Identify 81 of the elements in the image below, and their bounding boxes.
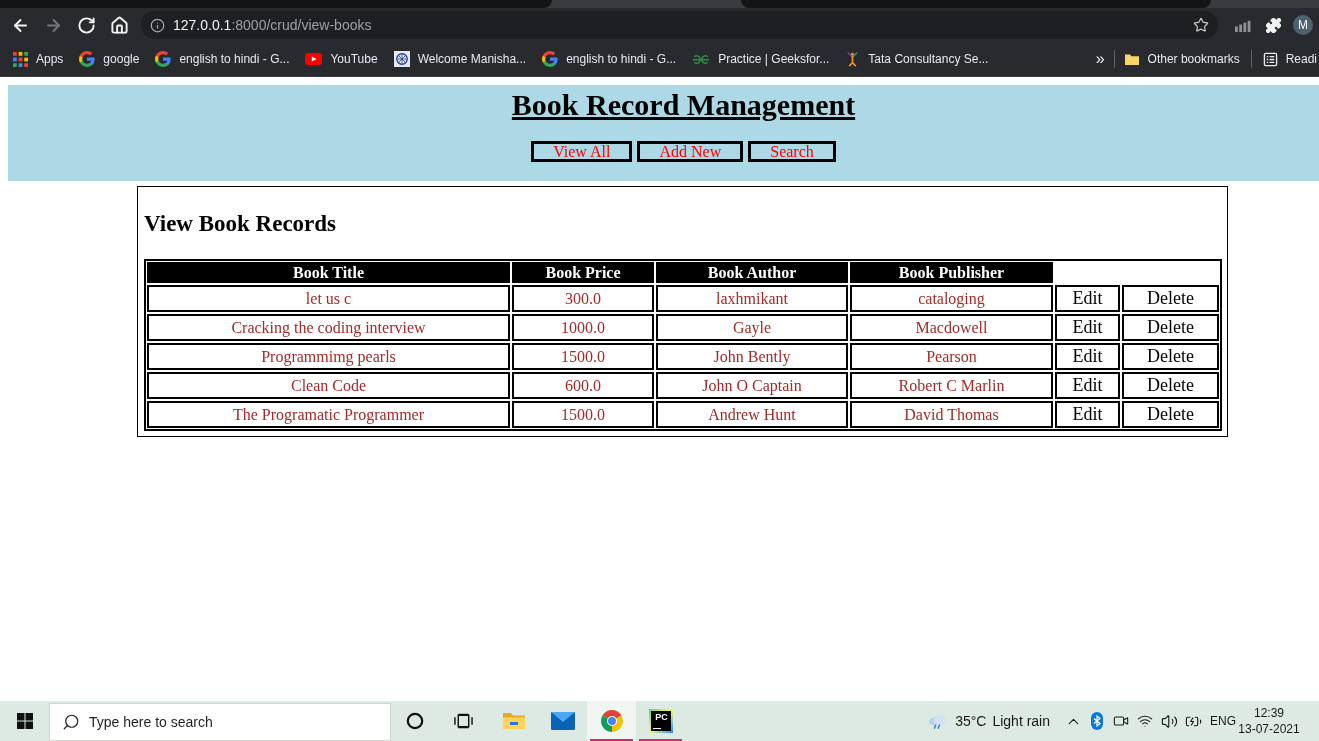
- url-text: 127.0.0.1:8000/crud/view-books: [173, 15, 372, 35]
- envelope-icon[interactable]: [550, 712, 575, 730]
- table-cell: 1500.0: [512, 401, 654, 428]
- table-cell: David Thomas: [850, 401, 1053, 428]
- bookmark-button[interactable]: Readi: [1262, 50, 1317, 68]
- delete-button[interactable]: Delete: [1122, 372, 1219, 399]
- emblem-icon: [393, 51, 410, 67]
- edit-button[interactable]: Edit: [1055, 343, 1120, 370]
- bookmark-button[interactable]: Welcome Manisha...: [393, 50, 527, 68]
- section-heading: View Book Records: [144, 211, 338, 237]
- overflow-button[interactable]: »: [1093, 51, 1107, 67]
- ring-icon[interactable]: [406, 712, 424, 730]
- table-cell: cataloging: [850, 285, 1053, 312]
- g-logo-icon: [155, 51, 172, 67]
- folder-icon[interactable]: [501, 711, 526, 731]
- table-cell: Clean Code: [147, 372, 510, 399]
- active-app-button[interactable]: [587, 701, 636, 741]
- temperature-text[interactable]: 35°C: [955, 710, 987, 732]
- column-header: Book Author: [656, 262, 848, 283]
- browser-logo-icon[interactable]: [599, 709, 624, 733]
- column-header: Book Price: [512, 262, 654, 283]
- edit-button[interactable]: Edit: [1055, 285, 1120, 312]
- table-cell: 600.0: [512, 372, 654, 399]
- weather-text[interactable]: Light rain: [992, 710, 1050, 732]
- delete-button[interactable]: Delete: [1122, 285, 1219, 312]
- list-icon: [1262, 51, 1278, 67]
- table-cell: Andrew Hunt: [656, 401, 848, 428]
- bookmark-button[interactable]: google: [79, 50, 140, 68]
- table-cell: Gayle: [656, 314, 848, 341]
- wifi-icon[interactable]: [1137, 713, 1153, 729]
- table-cell: let us c: [147, 285, 510, 312]
- table-cell: The Programatic Programmer: [147, 401, 510, 428]
- apps-grid-icon: [13, 51, 28, 67]
- table-cell: 300.0: [512, 285, 654, 312]
- bluetooth-icon[interactable]: [1091, 712, 1103, 730]
- table-cell: John Bently: [656, 343, 848, 370]
- bookmark-button[interactable]: YouTube: [305, 50, 378, 68]
- delete-button[interactable]: Delete: [1122, 401, 1219, 428]
- windows-logo-icon[interactable]: [16, 713, 33, 729]
- profile-avatar[interactable]: M: [1293, 15, 1313, 35]
- edit-button[interactable]: Edit: [1055, 401, 1120, 428]
- bookmark-button[interactable]: Tata Consultancy Se...: [845, 50, 989, 68]
- table-cell: Cracking the coding interview: [147, 314, 510, 341]
- reload-icon[interactable]: [76, 15, 96, 35]
- table-cell: Pearson: [850, 343, 1053, 370]
- table-cell: John O Captain: [656, 372, 848, 399]
- edit-button[interactable]: Edit: [1055, 372, 1120, 399]
- volume-icon[interactable]: [1160, 712, 1178, 730]
- g-logo-icon: [542, 51, 559, 67]
- video-camera-icon[interactable]: [1113, 713, 1129, 729]
- date-text[interactable]: 13-07-2021: [1238, 722, 1300, 736]
- star-icon[interactable]: [1193, 17, 1209, 33]
- puzzle-icon[interactable]: [1264, 16, 1282, 34]
- time-text[interactable]: 12:39: [1254, 706, 1284, 720]
- table-cell: laxhmikant: [656, 285, 848, 312]
- page-title: Book Record Management: [511, 87, 856, 123]
- column-header: Book Title: [147, 262, 510, 283]
- bookmark-button[interactable]: english to hindi - G...: [542, 50, 677, 68]
- gg-logo-icon: [692, 53, 711, 65]
- bookmark-button[interactable]: Apps: [13, 50, 64, 68]
- info-icon[interactable]: [150, 17, 165, 33]
- bookmark-button[interactable]: Other bookmarks: [1123, 50, 1240, 68]
- delete-button[interactable]: Delete: [1122, 343, 1219, 370]
- table-cell: 1500.0: [512, 343, 654, 370]
- play-logo-icon: [305, 53, 323, 65]
- table-cell: 1000.0: [512, 314, 654, 341]
- table-cell: Robert C Marlin: [850, 372, 1053, 399]
- address-bar[interactable]: 127.0.0.1:8000/crud/view-books: [141, 11, 1218, 39]
- column-header: Book Publisher: [850, 262, 1053, 283]
- search-icon: [62, 713, 80, 731]
- home-icon[interactable]: [109, 15, 129, 35]
- table-cell: Programmimg pearls: [147, 343, 510, 370]
- g-logo-icon: [79, 51, 96, 67]
- bookmark-button[interactable]: Practice | Geeksfor...: [692, 50, 830, 68]
- task-view-icon[interactable]: [453, 713, 473, 729]
- table-cell: Macdowell: [850, 314, 1053, 341]
- delete-button[interactable]: Delete: [1122, 314, 1219, 341]
- bookmark-button[interactable]: english to hindi - G...: [155, 50, 290, 68]
- edit-button[interactable]: Edit: [1055, 314, 1120, 341]
- search-field[interactable]: Type here to search: [49, 703, 391, 741]
- pc-tile-icon[interactable]: PC: [648, 709, 673, 733]
